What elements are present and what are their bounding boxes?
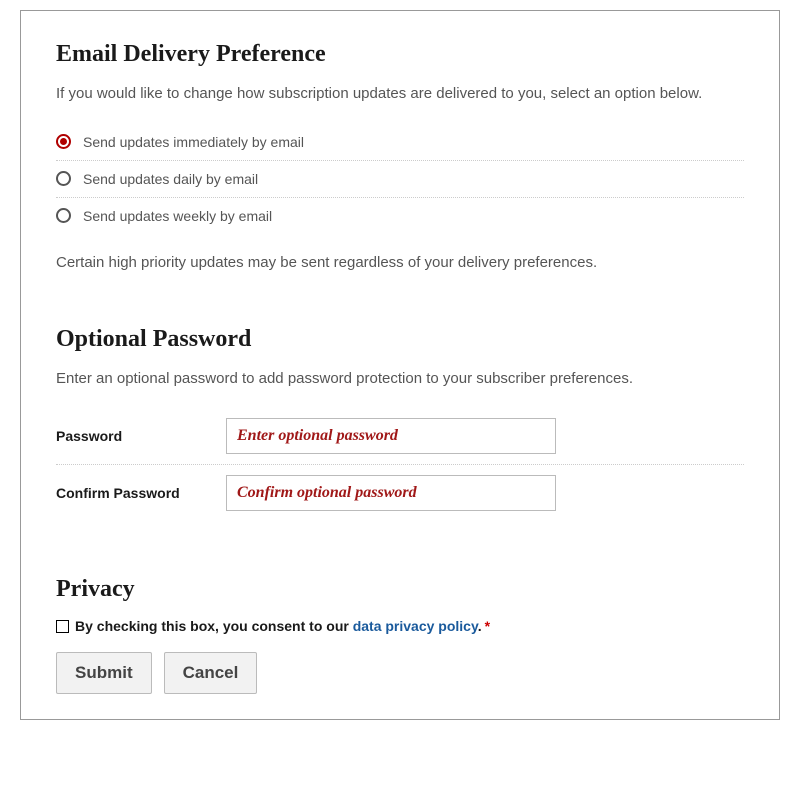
delivery-section: Email Delivery Preference If you would l… <box>56 41 744 271</box>
radio-label: Send updates daily by email <box>83 171 258 187</box>
password-section: Optional Password Enter an optional pass… <box>56 326 744 522</box>
password-title: Optional Password <box>56 326 744 353</box>
delivery-note: Certain high priority updates may be sen… <box>56 254 744 271</box>
confirm-password-row: Confirm Password <box>56 465 744 521</box>
cancel-button[interactable]: Cancel <box>164 652 258 694</box>
delivery-title: Email Delivery Preference <box>56 41 744 68</box>
password-fields: Password Confirm Password <box>56 408 744 521</box>
radio-label: Send updates immediately by email <box>83 134 304 150</box>
delivery-desc: If you would like to change how subscrip… <box>56 83 744 106</box>
preferences-form: Email Delivery Preference If you would l… <box>20 10 780 720</box>
password-input[interactable] <box>226 418 556 454</box>
privacy-period: . <box>478 618 482 634</box>
radio-icon <box>56 134 71 149</box>
delivery-option-daily[interactable]: Send updates daily by email <box>56 161 744 198</box>
required-indicator: * <box>485 618 490 634</box>
action-buttons: Submit Cancel <box>56 652 744 694</box>
delivery-options: Send updates immediately by email Send u… <box>56 124 744 234</box>
password-desc: Enter an optional password to add passwo… <box>56 368 744 391</box>
password-row: Password <box>56 408 744 465</box>
password-label: Password <box>56 428 226 444</box>
delivery-option-weekly[interactable]: Send updates weekly by email <box>56 198 744 234</box>
privacy-consent-text: By checking this box, you consent to our <box>75 618 353 634</box>
privacy-policy-link[interactable]: data privacy policy <box>353 618 478 634</box>
privacy-section: Privacy By checking this box, you consen… <box>56 576 744 694</box>
privacy-consent-row: By checking this box, you consent to our… <box>56 618 744 634</box>
confirm-password-input[interactable] <box>226 475 556 511</box>
radio-icon <box>56 208 71 223</box>
confirm-password-label: Confirm Password <box>56 485 226 501</box>
submit-button[interactable]: Submit <box>56 652 152 694</box>
delivery-option-immediate[interactable]: Send updates immediately by email <box>56 124 744 161</box>
privacy-checkbox[interactable] <box>56 620 69 633</box>
radio-icon <box>56 171 71 186</box>
privacy-title: Privacy <box>56 576 744 603</box>
radio-label: Send updates weekly by email <box>83 208 272 224</box>
